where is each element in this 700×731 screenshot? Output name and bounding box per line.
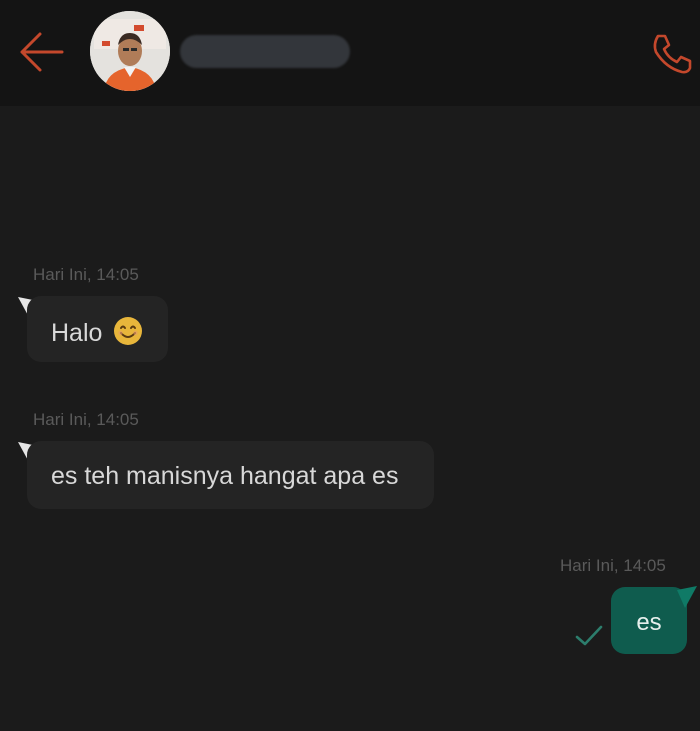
message-timestamp: Hari Ini, 14:05: [33, 410, 139, 429]
phone-icon: [653, 34, 692, 74]
contact-name-redacted[interactable]: [180, 35, 350, 68]
smile-emoji-icon: [113, 316, 143, 346]
message-bubble-incoming[interactable]: Halo: [27, 296, 168, 362]
message-text: es teh manisnya hangat apa es: [51, 462, 399, 490]
chat-header: [0, 0, 700, 106]
back-button[interactable]: [14, 26, 68, 80]
message-timestamp: Hari Ini, 14:05: [33, 265, 139, 284]
call-button[interactable]: [648, 30, 696, 78]
message-text: Halo: [51, 319, 103, 347]
message-timestamp: Hari Ini, 14:05: [560, 556, 666, 575]
message-text: es: [636, 609, 662, 636]
message-bubble-outgoing[interactable]: es: [611, 587, 687, 654]
bubble-tail: [677, 586, 697, 608]
arrow-left-icon: [20, 32, 64, 72]
avatar[interactable]: [90, 11, 170, 91]
check-icon: [575, 625, 603, 646]
contact-photo: [90, 11, 170, 91]
message-bubble-incoming[interactable]: es teh manisnya hangat apa es: [27, 441, 434, 509]
